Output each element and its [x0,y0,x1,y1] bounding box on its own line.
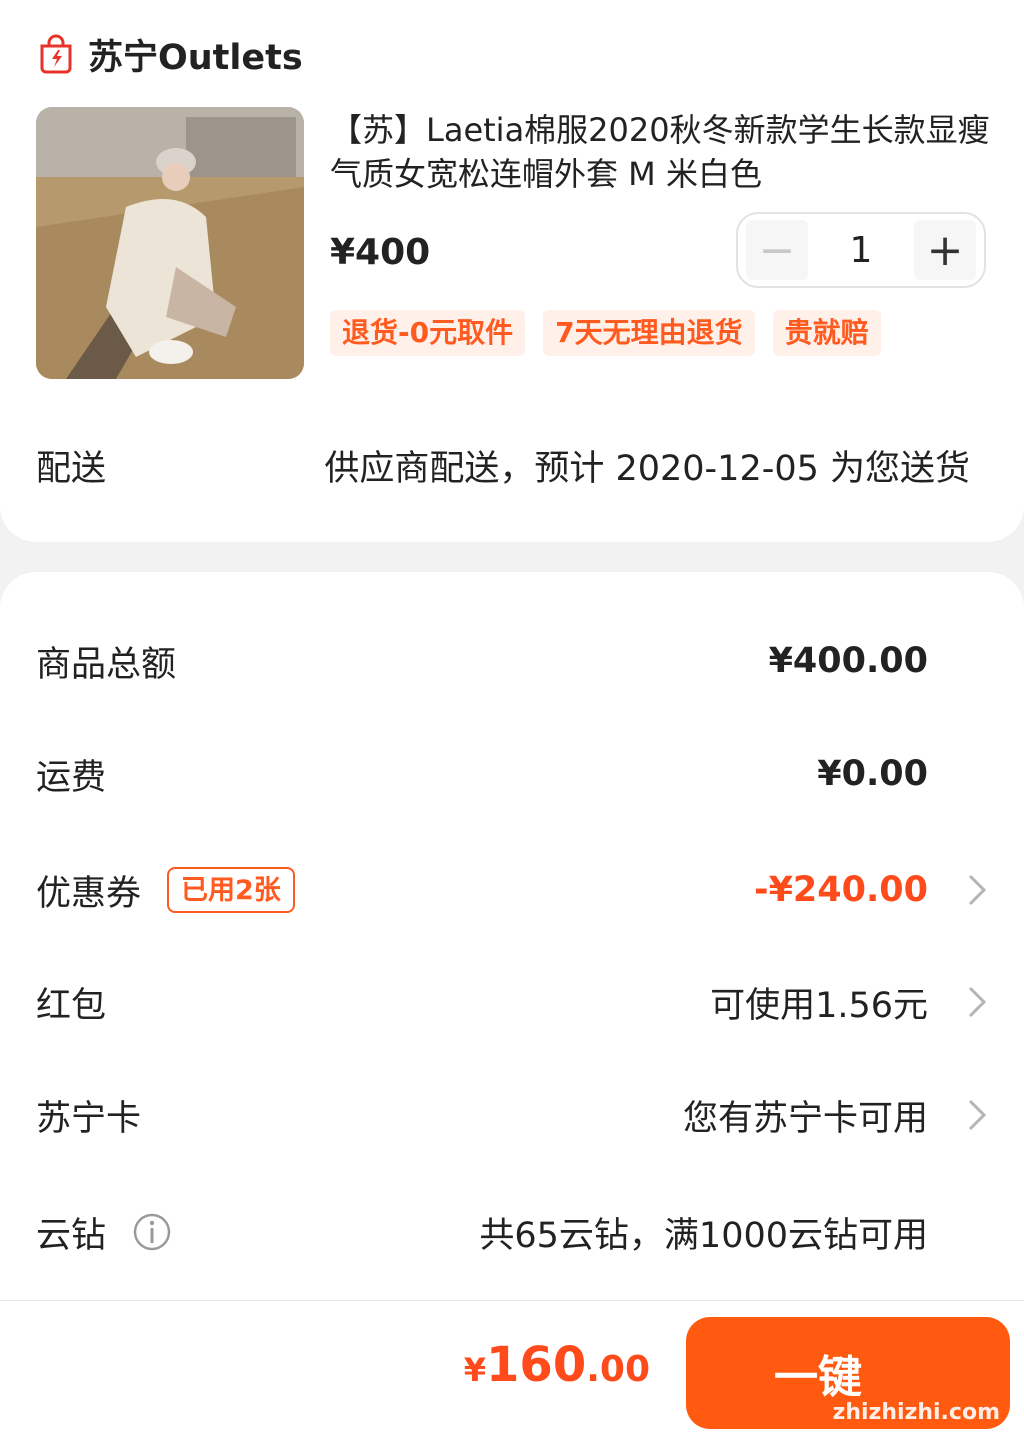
service-tag: 7天无理由退货 [543,310,755,356]
coupon-value: -¥240.00 [754,870,928,910]
quantity-stepper: − 1 + [736,212,986,288]
goods-total-value: ¥400.00 [768,641,928,681]
cloud-diamond-label: 云钻 [36,1215,107,1256]
red-packet-row[interactable]: 红包 可使用1.56元 [36,972,988,1032]
chevron-right-icon [968,1099,987,1131]
coupon-label: 优惠券 [36,873,142,914]
buy-now-label: 一键 [774,1352,862,1403]
total-currency: ¥ [463,1351,487,1389]
total-decimal: .00 [586,1349,650,1390]
suning-bag-icon [40,34,72,74]
suning-card-value: 您有苏宁卡可用 [682,1098,928,1139]
cloud-diamond-row: 云钻 共65云钻，满1000云钻可用 [36,1202,988,1262]
order-total: ¥160.00 [464,1337,650,1393]
order-summary-card: 商品总额 ¥400.00 运费 ¥0.00 优惠券 已用2张 -¥240.00 … [0,572,1024,1300]
order-item-card: 苏宁Outlets 【苏】Laetia棉服2020秋冬新款学生长款显瘦气质女宽松… [0,0,1024,542]
red-packet-value: 可使用1.56元 [710,985,928,1026]
suning-card-label: 苏宁卡 [36,1098,142,1139]
freight-value: ¥0.00 [817,754,928,794]
checkout-bar: ¥160.00 一键 zhizhizhi.com [0,1300,1024,1435]
coupon-row[interactable]: 优惠券 已用2张 -¥240.00 [36,860,988,920]
suning-card-row[interactable]: 苏宁卡 您有苏宁卡可用 [36,1085,988,1145]
buy-now-button[interactable]: 一键 zhizhizhi.com [686,1317,1010,1429]
red-packet-label: 红包 [36,985,107,1026]
cloud-diamond-value: 共65云钻，满1000云钻可用 [479,1215,928,1256]
coupon-used-badge: 已用2张 [167,867,295,913]
freight-label: 运费 [36,757,107,798]
service-tag: 贵就赔 [772,310,881,356]
freight-row: 运费 ¥0.00 [36,744,988,804]
total-integer: 160 [486,1337,587,1393]
goods-total-row: 商品总额 ¥400.00 [36,631,988,691]
chevron-right-icon [968,986,987,1018]
store-name: 苏宁Outlets [88,37,303,78]
increase-quantity-button[interactable]: + [914,220,976,280]
goods-total-label: 商品总额 [36,644,177,685]
product-image[interactable] [36,107,304,379]
decrease-quantity-button[interactable]: − [746,220,808,280]
product-price: ¥400 [330,232,431,273]
quantity-value[interactable]: 1 [808,230,914,271]
watermark: zhizhizhi.com [832,1400,1000,1425]
service-tags: 退货-0元取件 7天无理由退货 贵就赔 [330,310,899,356]
store-header[interactable]: 苏宁Outlets [38,26,303,82]
chevron-right-icon [968,874,987,906]
product-title[interactable]: 【苏】Laetia棉服2020秋冬新款学生长款显瘦气质女宽松连帽外套 M 米白色 [330,108,990,196]
info-icon[interactable] [132,1212,172,1252]
shipping-value: 供应商配送，预计 2020-12-05 为您送货 [324,449,970,489]
shipping-label: 配送 [36,449,107,489]
service-tag: 退货-0元取件 [330,310,526,356]
product-photo [36,107,304,379]
